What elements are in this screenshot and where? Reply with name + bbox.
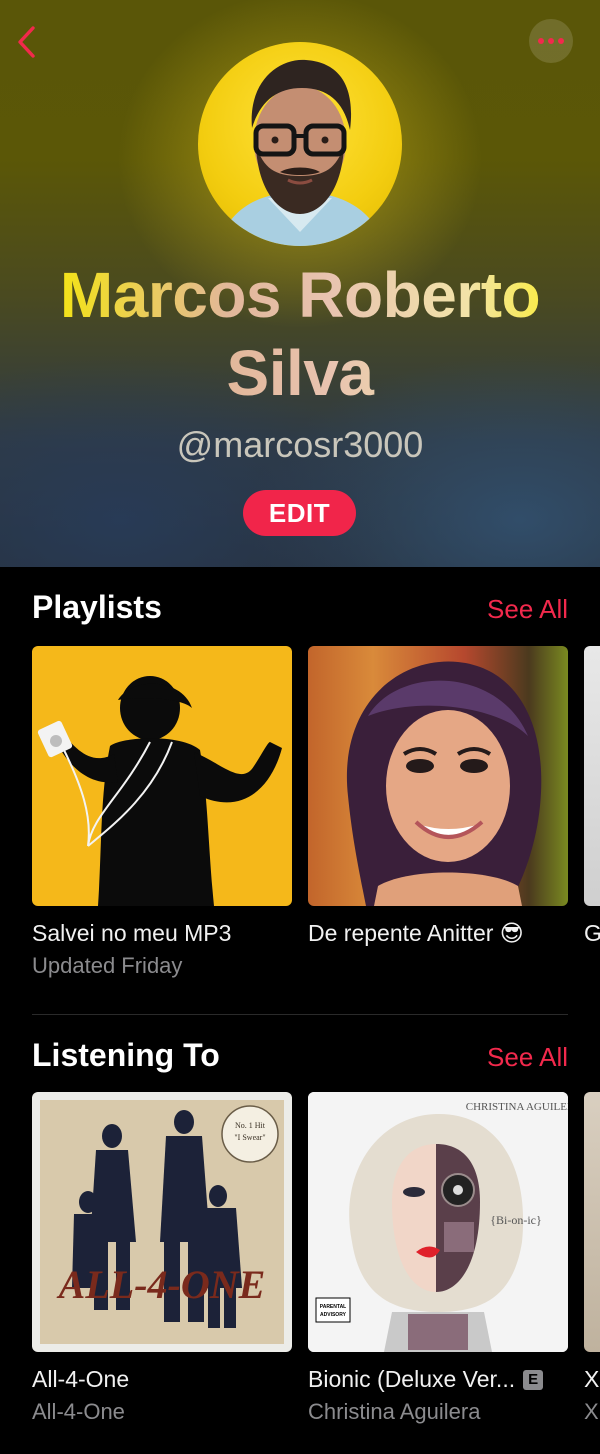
svg-text:PARENTAL: PARENTAL [320,1304,346,1310]
svg-text:ADVISORY: ADVISORY [320,1312,347,1318]
playlist-title: Salvei no meu MP3 [32,920,232,946]
playlist-card-peek[interactable] [584,646,600,906]
profile-avatar [198,42,402,246]
album-card[interactable]: No. 1 Hit "I Swear" ALL-4-ONE All-4-One … [32,1092,292,1424]
album-artist: X [584,1399,599,1424]
album-artist: Christina Aguilera [308,1399,481,1424]
playlist-subtitle: Updated Friday [32,953,183,978]
playlist-title: De repente Anitter 😎 [308,920,524,946]
album-title: X [584,1366,600,1392]
profile-handle: @marcosr3000 [176,424,424,465]
playlist-artwork [32,646,292,906]
listening-section-title: Listening To [32,1037,220,1073]
edit-profile-button[interactable]: EDIT [243,490,356,536]
album-title: Bionic (Deluxe Ver... E [308,1364,588,1394]
playlists-section-title: Playlists [32,589,162,625]
album-card[interactable]: CHRISTINA AGUILERA {Bi-on-ic} PARENTAL A… [308,1092,568,1424]
listening-see-all-link[interactable]: See All [487,1041,568,1073]
playlist-card[interactable]: Salvei no meu MP3 Updated Friday [32,646,292,978]
more-options-button[interactable] [529,19,573,63]
album-artwork: CHRISTINA AGUILERA {Bi-on-ic} PARENTAL A… [308,1092,568,1352]
chevron-left-icon [18,26,35,58]
playlist-title: G [584,920,600,946]
album-artwork: No. 1 Hit "I Swear" ALL-4-ONE [32,1092,292,1352]
album-artist: All-4-One [32,1399,125,1424]
explicit-badge: E [523,1370,544,1390]
ellipsis-icon [538,38,564,44]
svg-text:No. 1 Hit: No. 1 Hit [235,1121,266,1130]
svg-text:CHRISTINA AGUILERA: CHRISTINA AGUILERA [466,1101,568,1113]
album-title-text: Bionic (Deluxe Ver... [308,1366,516,1392]
section-divider [32,1014,568,1015]
svg-text:"I Swear": "I Swear" [234,1133,265,1142]
svg-text:ALL-4-ONE: ALL-4-ONE [56,1262,266,1307]
playlist-card[interactable]: De repente Anitter 😎 [308,646,568,946]
album-title: All-4-One [32,1366,130,1392]
playlists-see-all-link[interactable]: See All [487,593,568,625]
profile-header: Marcos Roberto Silva @marcosr3000 EDIT [0,0,600,567]
back-button[interactable] [8,22,44,62]
profile-name: Marcos Roberto Silva [0,256,600,412]
svg-text:{Bi-on-ic}: {Bi-on-ic} [490,1213,542,1227]
playlist-artwork [308,646,568,906]
album-card-peek[interactable] [584,1092,600,1352]
